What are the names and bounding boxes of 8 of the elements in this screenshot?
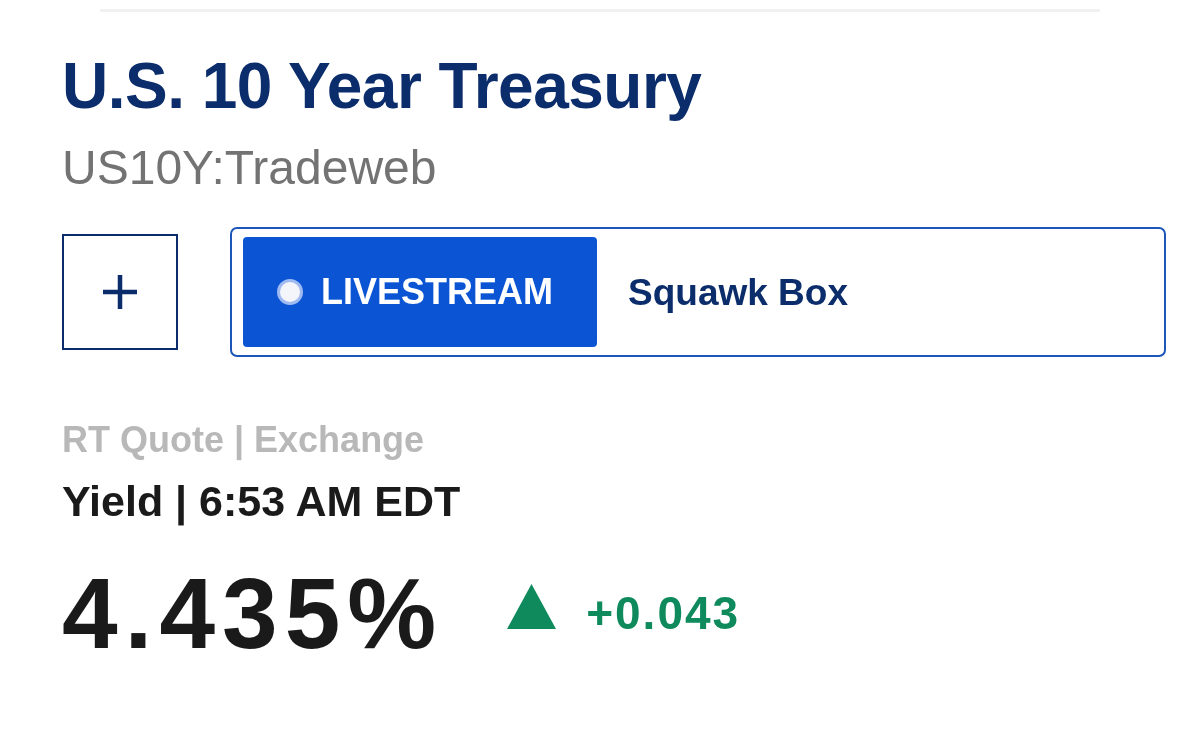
yield-value: 4.435% [62, 563, 444, 663]
add-button[interactable] [62, 234, 178, 350]
livestream-button[interactable]: LIVESTREAM [243, 237, 597, 347]
yield-change: +0.043 [586, 590, 741, 636]
plus-icon [103, 275, 137, 309]
symbol-label: US10Y:Tradeweb [62, 144, 437, 192]
live-dot-icon [277, 279, 303, 305]
show-link[interactable]: Squawk Box [628, 273, 848, 311]
